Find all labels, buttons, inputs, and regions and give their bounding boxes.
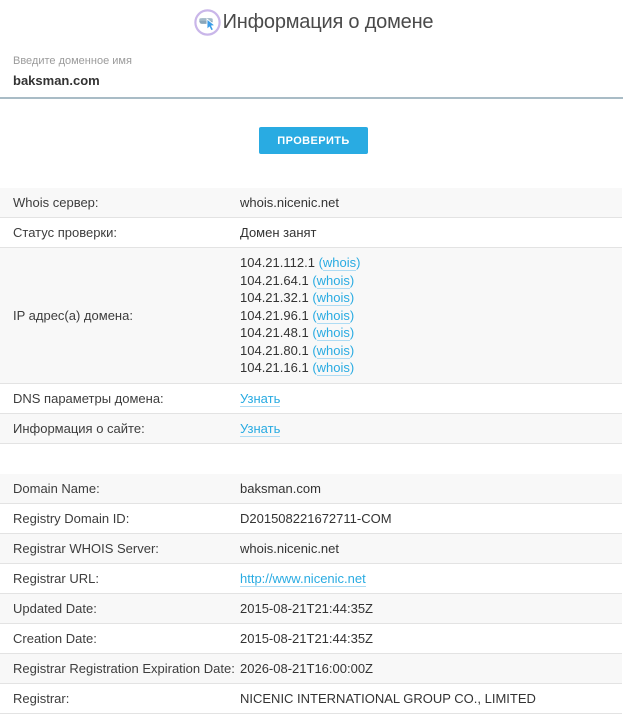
paren-open: ( [312, 290, 317, 305]
whois-link[interactable]: whois [316, 290, 350, 306]
row-value: 2015-08-21T21:44:35Z [240, 630, 373, 646]
registrar-url-link[interactable]: http://www.nicenic.net [240, 570, 366, 587]
row-label: IP адрес(а) домена: [13, 307, 133, 323]
row-label: Whois сервер: [13, 195, 99, 210]
table-row-ip-addresses: IP адрес(а) домена: 104.21.112.1 (whois)… [0, 248, 622, 384]
ip-address-line: 104.21.96.1 (whois) [240, 307, 361, 325]
ip-address-line: 104.21.80.1 (whois) [240, 342, 361, 360]
button-row: ПРОВЕРИТЬ [0, 127, 627, 154]
whois-link[interactable]: whois [316, 272, 350, 289]
whois-result-table: Whois сервер: whois.nicenic.net Статус п… [0, 188, 622, 444]
row-label: Registrar: [13, 690, 70, 706]
row-value: Узнать [240, 420, 281, 437]
table-row-check-status: Статус проверки: Домен занят [0, 218, 622, 248]
row-label: DNS параметры домена: [13, 390, 164, 406]
ip-address-line: 104.21.32.1 (whois) [240, 289, 361, 307]
table-row-whois-server: Whois сервер: whois.nicenic.net [0, 188, 622, 218]
ip-address: 104.21.112.1 [240, 255, 315, 270]
page-header: Информация о домене [0, 0, 627, 36]
site-info-link[interactable]: Узнать [240, 420, 281, 437]
whois-link[interactable]: whois [316, 307, 350, 324]
ip-address: 104.21.16.1 [240, 360, 309, 375]
ip-address-list: 104.21.112.1 (whois) 104.21.64.1 (whois)… [240, 248, 361, 383]
ip-address: 104.21.32.1 [240, 290, 309, 305]
row-value: D201508221672711-COM [240, 510, 392, 526]
paren-open: ( [312, 272, 317, 288]
domain-input[interactable] [0, 68, 623, 99]
row-value: NICENIC INTERNATIONAL GROUP CO., LIMITED [240, 690, 536, 706]
domain-cursor-icon [193, 9, 221, 36]
ip-address: 104.21.48.1 [240, 325, 309, 340]
row-value: whois.nicenic.net [240, 540, 339, 556]
check-button[interactable]: ПРОВЕРИТЬ [259, 127, 368, 154]
row-label: Статус проверки: [13, 225, 117, 240]
ip-address: 104.21.96.1 [240, 307, 309, 323]
row-label: Registrar WHOIS Server: [13, 540, 159, 556]
row-label: Domain Name: [13, 480, 100, 496]
row-label: Информация о сайте: [13, 420, 145, 436]
ip-address-line: 104.21.112.1 (whois) [240, 254, 361, 272]
dns-details-link[interactable]: Узнать [240, 390, 281, 407]
row-label: Creation Date: [13, 630, 97, 646]
ip-address-line: 104.21.48.1 (whois) [240, 324, 361, 342]
page-title: Информация о домене [222, 11, 434, 33]
ip-address-line: 104.21.16.1 (whois) [240, 359, 361, 377]
whois-link[interactable]: whois [316, 360, 350, 376]
whois-link[interactable]: whois [316, 342, 350, 359]
row-label: Registrar URL: [13, 570, 99, 586]
paren-close: ) [349, 307, 355, 323]
table-row-site-info: Информация о сайте: Узнать [0, 413, 622, 444]
paren-close: ) [349, 272, 355, 288]
ip-address-line: 104.21.64.1 (whois) [240, 272, 361, 290]
registry-data-table: Domain Name: baksman.com Registry Domain… [0, 473, 622, 714]
paren-close: ) [349, 360, 355, 375]
row-value: 2015-08-21T21:44:35Z [240, 600, 373, 616]
whois-link[interactable]: whois [316, 325, 350, 341]
paren-open: ( [312, 360, 317, 375]
paren-close: ) [356, 255, 361, 270]
row-value: baksman.com [240, 480, 321, 496]
row-value: whois.nicenic.net [240, 195, 339, 210]
paren-open: ( [312, 307, 317, 323]
ip-address: 104.21.80.1 [240, 342, 309, 358]
table-row-registrar-whois-server: Registrar WHOIS Server: whois.nicenic.ne… [0, 533, 622, 564]
row-label: Updated Date: [13, 600, 97, 616]
row-label: Registrar Registration Expiration Date: [13, 660, 235, 676]
table-row-creation-date: Creation Date: 2015-08-21T21:44:35Z [0, 624, 622, 654]
table-row-registry-domain-id: Registry Domain ID: D201508221672711-COM [0, 504, 622, 534]
table-row-dns-params: DNS параметры домена: Узнать [0, 384, 622, 414]
row-value: Домен занят [240, 225, 317, 240]
row-label: Registry Domain ID: [13, 510, 130, 526]
row-value: Узнать [240, 390, 281, 407]
row-value: 2026-08-21T16:00:00Z [240, 660, 373, 676]
paren-open: ( [312, 342, 317, 358]
table-row-registrar: Registrar: NICENIC INTERNATIONAL GROUP C… [0, 684, 622, 714]
paren-close: ) [349, 290, 355, 305]
ip-address: 104.21.64.1 [240, 272, 309, 288]
paren-close: ) [349, 325, 355, 340]
row-value: http://www.nicenic.net [240, 570, 366, 587]
domain-check-form: Введите доменное имя ПРОВЕРИТЬ [0, 54, 627, 154]
whois-link[interactable]: whois [322, 255, 357, 271]
table-row-updated-date: Updated Date: 2015-08-21T21:44:35Z [0, 593, 622, 624]
domain-input-label: Введите доменное имя [13, 55, 132, 67]
table-row-domain-name: Domain Name: baksman.com [0, 473, 622, 504]
domain-info-page: Информация о домене Введите доменное имя… [0, 0, 627, 714]
table-row-registrar-url: Registrar URL: http://www.nicenic.net [0, 564, 622, 594]
table-row-expiration-date: Registrar Registration Expiration Date: … [0, 653, 622, 684]
paren-close: ) [349, 342, 355, 358]
paren-open: ( [312, 325, 317, 340]
